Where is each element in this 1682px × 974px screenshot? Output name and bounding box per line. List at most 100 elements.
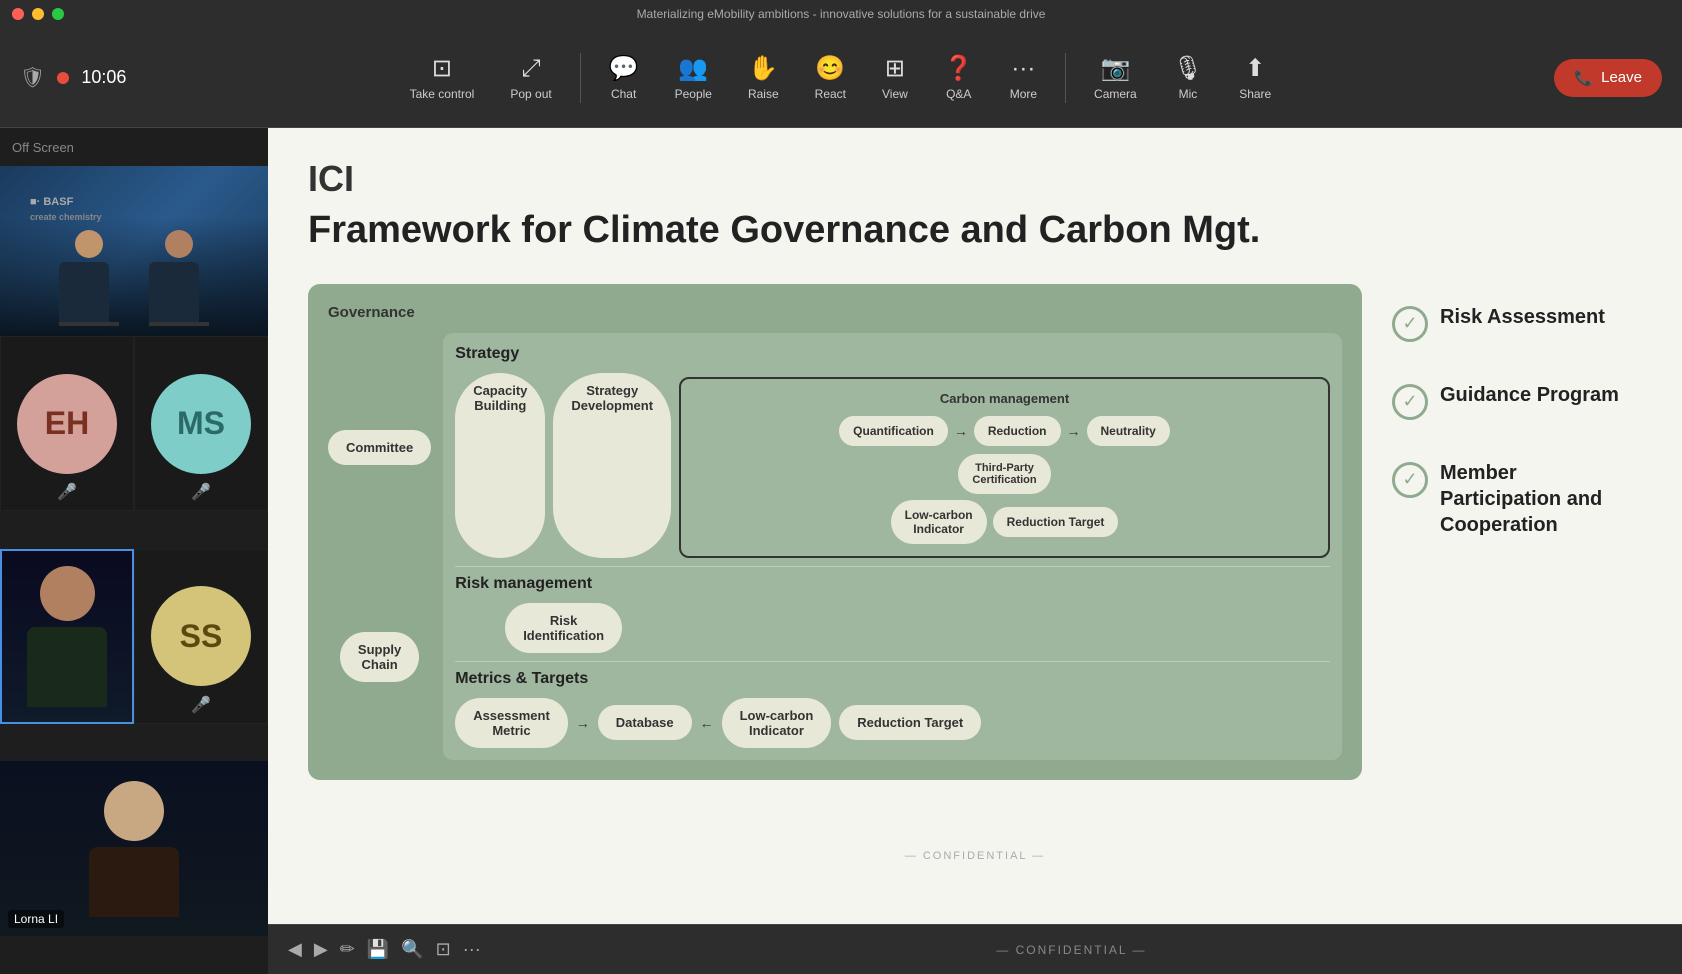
reduction-target-bottom-label: Reduction Target [857, 715, 963, 730]
window-title: Materializing eMobility ambitions - inno… [637, 7, 1046, 21]
confidential-bottom: — CONFIDENTIAL — [996, 941, 1146, 959]
slide-title: Framework for Climate Governance and Car… [308, 208, 1642, 254]
leave-button[interactable]: 📞 Leave [1554, 59, 1662, 97]
arrow-1: → [954, 423, 968, 439]
camera-button[interactable]: 📷 Camera [1078, 46, 1153, 109]
view-button[interactable]: ⊞ View [866, 46, 924, 109]
right-item-guidance-program: ✓ Guidance Program [1392, 382, 1642, 420]
strategy-block: Strategy CapacityBuilding StrategyDevelo… [443, 333, 1342, 760]
carbon-main-row: Quantification → Reduction → Neutrality [693, 416, 1316, 446]
react-button[interactable]: 😊 React [799, 46, 862, 109]
confidential-bottom-text: — CONFIDENTIAL — [996, 943, 1146, 957]
slide-toolbar-left: ◀ ▶ ✏ 💾 🔍 ⊡ ··· [288, 939, 481, 960]
presentation-area: ICI Framework for Climate Governance and… [268, 128, 1682, 974]
slide-body: Governance Committee SupplyChain Strateg… [308, 284, 1642, 780]
minimize-button[interactable] [32, 8, 44, 20]
slide-fit-button[interactable]: ⊡ [436, 939, 451, 960]
low-carbon-node: Low-carbonIndicator [891, 500, 987, 544]
maximize-button[interactable] [52, 8, 64, 20]
low-carbon-bottom-label: Low-carbonIndicator [740, 708, 814, 738]
participant-eh-cell: EH 🎤 [0, 336, 134, 511]
qa-button[interactable]: ❓ Q&A [928, 46, 990, 109]
third-party-label: Third-PartyCertification [972, 462, 1036, 486]
mic-button[interactable]: 🎙 Mic [1157, 46, 1219, 109]
glasses-person-bg [2, 551, 132, 722]
low-carbon-bottom-node: Low-carbonIndicator [722, 698, 832, 748]
participant-video-main: ■· BASF create chemistry [0, 166, 268, 336]
pop-out-icon: ⤢ [521, 55, 540, 83]
database-node: Database [598, 705, 692, 740]
basf-room-bg: ■· BASF create chemistry [0, 166, 268, 336]
risk-management-section: Risk management RiskIdentification [455, 566, 1330, 653]
raise-label: Raise [748, 87, 779, 101]
take-control-label: Take control [410, 87, 475, 101]
slide-pen-button[interactable]: ✏ [340, 939, 355, 960]
participant-ms-cell: MS 🎤 [134, 336, 268, 511]
right-item-member-participation: ✓ Member Participation and Cooperation [1392, 460, 1642, 538]
slide-prev-button[interactable]: ◀ [288, 939, 302, 960]
reduction-target-label: Reduction Target [1007, 515, 1105, 529]
pop-out-button[interactable]: ⤢ Pop out [494, 47, 567, 109]
sidebar: Off Screen ■· BASF create chemistry [0, 128, 268, 974]
slide-play-button[interactable]: ▶ [314, 939, 328, 960]
strategy-ovals: CapacityBuilding StrategyDevelopment Car… [455, 373, 1330, 558]
raise-button[interactable]: ✋ Raise [732, 46, 795, 109]
confidential-text: — CONFIDENTIAL — [905, 850, 1045, 862]
arrow-2: → [1067, 423, 1081, 439]
slide-more-button[interactable]: ··· [463, 939, 481, 960]
people-icon: 👥 [678, 54, 708, 83]
neutrality-node: Neutrality [1087, 416, 1170, 446]
governance-label: Governance [328, 304, 1342, 321]
metrics-targets-section: Metrics & Targets AssessmentMetric → Dat… [455, 661, 1330, 748]
more-button[interactable]: ··· More [994, 47, 1053, 109]
camera-label: Camera [1094, 87, 1137, 101]
member-participation-label: Member Participation and Cooperation [1440, 460, 1642, 538]
slide-toolbar: ◀ ▶ ✏ 💾 🔍 ⊡ ··· — CONFIDENTIAL — [268, 924, 1682, 974]
avatar-ss: SS [151, 586, 251, 686]
pop-out-label: Pop out [510, 87, 551, 101]
people-button[interactable]: 👥 People [659, 46, 728, 109]
close-button[interactable] [12, 8, 24, 20]
strategy-development-node: StrategyDevelopment [553, 373, 671, 558]
leave-label: Leave [1601, 69, 1642, 86]
view-icon: ⊞ [885, 54, 905, 83]
main-content: Off Screen ■· BASF create chemistry [0, 128, 1682, 974]
toolbar-right: 📞 Leave [1554, 59, 1662, 97]
carbon-management-label: Carbon management [693, 391, 1316, 406]
shield-icon: 🛡 [20, 65, 45, 90]
supply-chain-label: SupplyChain [358, 642, 401, 672]
slide-save-button[interactable]: 💾 [367, 939, 389, 960]
risk-management-label: Risk management [455, 575, 1330, 593]
risk-assessment-label: Risk Assessment [1440, 304, 1605, 330]
risk-identification-node: RiskIdentification [505, 603, 622, 653]
qa-icon: ❓ [944, 54, 974, 83]
third-party-node: Third-PartyCertification [958, 454, 1050, 494]
reduction-target-node: Reduction Target [993, 507, 1119, 537]
right-items: ✓ Risk Assessment ✓ Guidance Program ✓ M… [1392, 284, 1642, 538]
guidance-program-label: Guidance Program [1440, 382, 1619, 408]
arrow-3: → [576, 715, 590, 731]
strategy-label: Strategy [455, 345, 1330, 363]
avatar-ss-initials: SS [180, 618, 223, 655]
arrow-4: ← [700, 715, 714, 731]
share-icon: ⬆ [1245, 54, 1265, 83]
participant-ss-cell: SS 🎤 [134, 549, 268, 724]
quantification-node: Quantification [839, 416, 948, 446]
low-carbon-label: Low-carbonIndicator [905, 508, 973, 536]
slide-zoom-in-button[interactable]: 🔍 [401, 939, 423, 960]
share-button[interactable]: ⬆ Share [1223, 46, 1287, 109]
more-icon: ··· [1011, 55, 1035, 83]
chat-button[interactable]: 💬 Chat [593, 46, 655, 109]
camera-icon: 📷 [1100, 54, 1130, 83]
react-icon: 😊 [815, 54, 845, 83]
left-column: Committee SupplyChain [328, 333, 431, 760]
main-toolbar: 🛡 10:06 ⊡ Take control ⤢ Pop out 💬 Chat … [0, 28, 1682, 128]
slide-logo: ICI [308, 158, 1642, 200]
right-item-risk-assessment: ✓ Risk Assessment [1392, 304, 1642, 342]
take-control-button[interactable]: ⊡ Take control [394, 46, 491, 109]
strategy-development-label: StrategyDevelopment [571, 383, 653, 413]
avatar-eh-initials: EH [45, 405, 89, 442]
committee-node: Committee [328, 430, 431, 465]
toolbar-left: 🛡 10:06 [20, 65, 126, 90]
toolbar-divider-1 [580, 53, 581, 103]
